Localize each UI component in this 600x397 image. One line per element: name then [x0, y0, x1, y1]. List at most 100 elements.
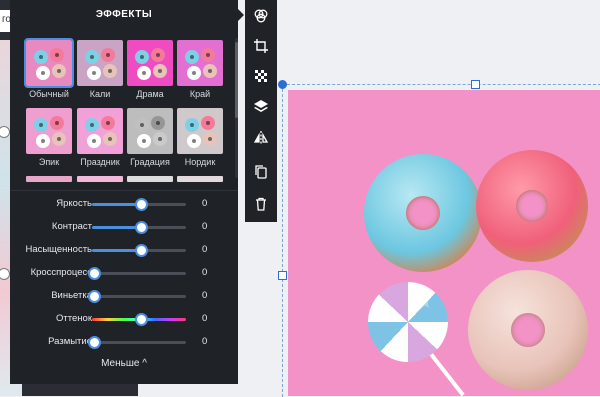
slider-knob[interactable]: [135, 244, 148, 257]
filter-thumbnail[interactable]: [77, 40, 123, 86]
slider-value: 0: [202, 336, 208, 347]
filter-thumbnail[interactable]: [127, 40, 173, 86]
slider-track[interactable]: [92, 272, 186, 275]
rotate-handle[interactable]: [278, 80, 287, 89]
effects-panel: ЭФФЕКТЫ Меньше ^ Обычный Кали Драма Край Эпи…: [10, 0, 244, 384]
mini-donut: [36, 134, 50, 148]
filter-thumbnail[interactable]: [26, 108, 72, 154]
slider-fill: [92, 226, 139, 229]
donut-hole: [406, 196, 440, 230]
slider-knob[interactable]: [88, 290, 101, 303]
mini-donut: [151, 48, 165, 62]
filter-label: Праздник: [80, 157, 120, 167]
filter-label: Драма: [136, 89, 164, 99]
mini-donut: [153, 64, 167, 78]
filter-thumbnail[interactable]: [177, 40, 223, 86]
slider-value: 0: [202, 244, 208, 255]
filter-thumbnail-partial[interactable]: [77, 176, 123, 182]
slider-track[interactable]: [92, 341, 186, 344]
slider-fill: [92, 249, 139, 252]
less-button[interactable]: Меньше ^: [10, 358, 238, 378]
mini-donut: [34, 50, 48, 64]
filter-label: Нордик: [184, 157, 216, 167]
pink-donut: [476, 150, 588, 262]
lollipop: [368, 282, 448, 362]
mini-donut: [153, 132, 167, 146]
crop-icon[interactable]: [249, 34, 273, 58]
mini-donut: [85, 118, 99, 132]
filter-thumbnail-partial[interactable]: [177, 176, 223, 182]
mini-donut: [34, 118, 48, 132]
filter-scrollbar-thumb[interactable]: [235, 42, 238, 118]
mini-donut: [50, 48, 64, 62]
side-toolbar: [245, 0, 277, 222]
mini-donut: [36, 66, 50, 80]
filter-thumbnail[interactable]: [177, 108, 223, 154]
slider-label: Оттенок: [56, 313, 92, 324]
slider-fill: [92, 203, 139, 206]
filter-label: Градация: [130, 157, 170, 167]
slider-knob[interactable]: [88, 267, 101, 280]
slider-row: Яркость 0: [10, 194, 238, 214]
filter-label: Обычный: [29, 89, 69, 99]
mini-donut: [50, 116, 64, 130]
resize-handle-top[interactable]: [471, 80, 480, 89]
mini-donut: [203, 64, 217, 78]
slider-knob[interactable]: [135, 198, 148, 211]
mini-donut: [52, 64, 66, 78]
slider-knob[interactable]: [135, 313, 148, 326]
mini-donut: [103, 132, 117, 146]
slider-row: Кросспроцесс 0: [10, 263, 238, 283]
mini-donut: [87, 134, 101, 148]
slider-value: 0: [202, 267, 208, 278]
mini-donut: [101, 116, 115, 130]
mini-donut: [85, 50, 99, 64]
blue-donut: [364, 154, 482, 272]
slider-label: Размытие: [48, 336, 92, 347]
transparency-icon[interactable]: [249, 64, 273, 88]
slider-row: Насыщенность 0: [10, 240, 238, 260]
filter-label: Эпик: [38, 157, 60, 167]
mini-donut: [137, 66, 151, 80]
slider-knob[interactable]: [135, 221, 148, 234]
mini-donut: [201, 116, 215, 130]
slider-value: 0: [202, 221, 208, 232]
mini-donut: [185, 118, 199, 132]
mini-donut: [151, 116, 165, 130]
mini-donut: [87, 66, 101, 80]
photo-canvas[interactable]: ✦: [288, 90, 600, 396]
filter-thumbnail-partial[interactable]: [26, 176, 72, 182]
layers-icon[interactable]: [249, 94, 273, 118]
slider-row: Контраст 0: [10, 217, 238, 237]
slider-label: Контраст: [51, 221, 92, 232]
filter-thumbnail[interactable]: [24, 38, 74, 88]
slider-label: Яркость: [56, 198, 92, 209]
duplicate-icon[interactable]: [249, 160, 273, 184]
panel-pointer: [238, 9, 244, 21]
mini-donut: [103, 64, 117, 78]
slider-track[interactable]: [92, 295, 186, 298]
slider-label: Кросспроцесс: [30, 267, 92, 278]
slider-row: Виньетка 0: [10, 286, 238, 306]
mini-donut: [52, 132, 66, 146]
mini-donut: [185, 50, 199, 64]
mini-donut: [203, 132, 217, 146]
effects-circles-icon[interactable]: [249, 4, 273, 28]
filter-thumbnail-partial[interactable]: [127, 176, 173, 182]
panel-title: ЭФФЕКТЫ: [95, 9, 153, 20]
donut-hole: [511, 313, 545, 347]
filter-label: Край: [189, 89, 211, 99]
filter-label: Кали: [89, 89, 111, 99]
filter-thumbnail[interactable]: [127, 108, 173, 154]
slider-row: Размытие 0: [10, 332, 238, 352]
filter-thumbnail[interactable]: [77, 108, 123, 154]
slider-label: Насыщенность: [25, 244, 92, 255]
slider-value: 0: [202, 313, 208, 324]
glazed-donut: [468, 270, 588, 390]
trash-icon[interactable]: [249, 192, 273, 216]
resize-handle-left[interactable]: [278, 271, 287, 280]
slider-row: Оттенок 0: [10, 309, 238, 329]
mini-donut: [201, 48, 215, 62]
flip-icon[interactable]: [249, 126, 273, 150]
slider-knob[interactable]: [88, 336, 101, 349]
